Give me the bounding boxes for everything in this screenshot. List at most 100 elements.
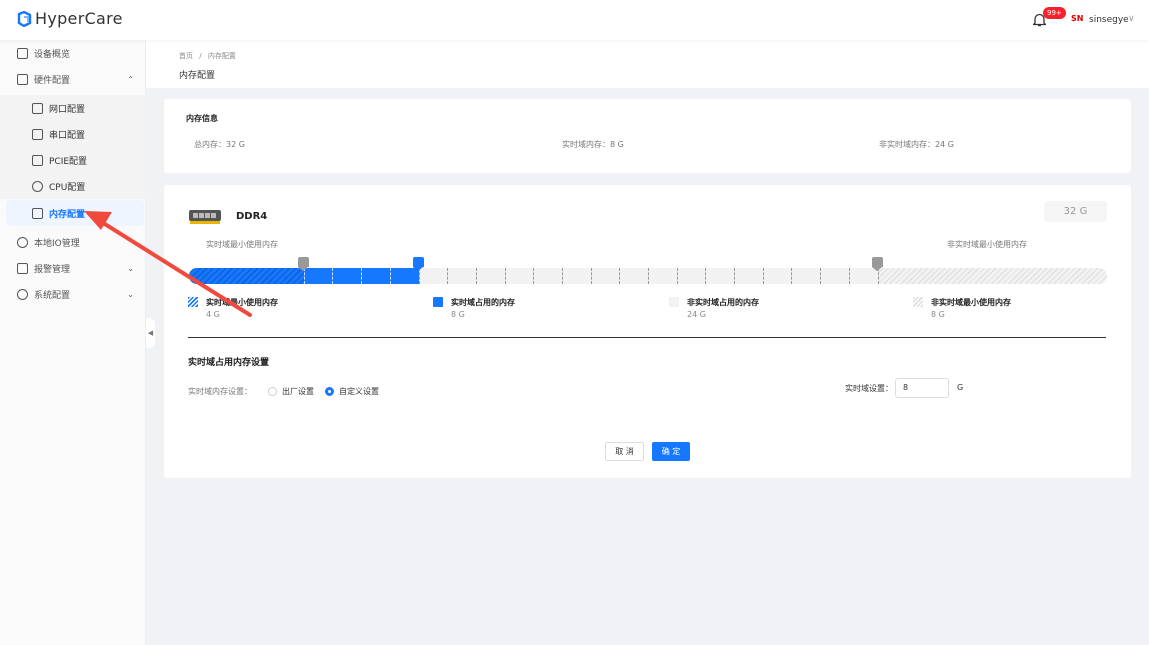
hatch-gray-swatch (913, 297, 923, 307)
breadcrumb-separator: / (199, 52, 202, 60)
app-logo[interactable]: HyperCare (16, 9, 123, 28)
gb-tick (648, 268, 649, 284)
sidebar-item-label: 硬件配置 (34, 75, 71, 86)
legend-value: 4 G (206, 310, 220, 319)
legend-value: 24 G (687, 310, 706, 319)
chevron-down-icon: ⌄ (127, 263, 134, 273)
gb-tick (389, 268, 391, 284)
gb-tick (791, 268, 793, 284)
cancel-button[interactable]: 取 消 (605, 442, 644, 461)
sidebar-item-label: 串口配置 (49, 130, 86, 141)
gb-tick (504, 268, 506, 284)
hatch-blue-swatch (188, 297, 198, 307)
gb-tick (676, 268, 678, 284)
radio-custom[interactable] (325, 387, 334, 396)
radio-factory-label[interactable]: 出厂设置 (282, 386, 314, 397)
sidebar-item-device-overview[interactable]: 设备概览 (0, 40, 146, 66)
memory-allocation-bar (189, 268, 1107, 284)
rt-min-segment (189, 268, 304, 284)
legend-label: 非实时域占用的内存 (687, 298, 759, 307)
marker-tip (413, 267, 423, 271)
rt-used-slider-handle[interactable] (413, 257, 424, 271)
app-name: HyperCare (35, 9, 123, 28)
gb-tick (619, 268, 621, 284)
sidebar-item-serial-port[interactable]: 串口配置 (0, 121, 146, 147)
sidebar-item-memory[interactable]: 内存配置 (6, 200, 144, 226)
sidebar-item-label: 本地IO管理 (34, 238, 80, 249)
confirm-button[interactable]: 确 定 (652, 442, 690, 461)
settings-title: 实时域占用内存设置 (188, 358, 270, 368)
gb-tick (447, 268, 449, 284)
radio-factory[interactable] (268, 387, 277, 396)
nrt-min-segment (877, 268, 1107, 284)
sidebar-item-label: 系统配置 (34, 290, 71, 301)
sidebar-item-system-config[interactable]: 系统配置 ⌄ (0, 281, 146, 307)
serial-port-icon (32, 128, 43, 140)
page-title: 内存配置 (179, 71, 216, 81)
gear-icon (17, 288, 28, 300)
nrt-min-marker (872, 257, 883, 271)
gb-tick (705, 268, 707, 284)
breadcrumb: 首页 / 内存配置 (179, 51, 236, 61)
marker-tip (298, 267, 309, 271)
radio-custom-label[interactable]: 自定义设置 (339, 386, 379, 397)
gray-swatch (669, 297, 679, 307)
chevron-down-icon: ⌄ (127, 289, 134, 299)
sidebar-item-label: 报警管理 (34, 264, 71, 275)
gb-tick (561, 268, 563, 284)
breadcrumb-current: 内存配置 (207, 52, 236, 60)
sidebar-item-cpu[interactable]: CPU配置 (0, 173, 146, 199)
memory-config-card: DDR4 32 G 实时域最小使用内存 非实时域最小使用内存 实时域最小使用内存… (164, 185, 1131, 478)
gb-tick (361, 268, 363, 284)
sidebar-item-label: CPU配置 (49, 182, 86, 193)
rt-setting-label: 实时域设置： (845, 384, 893, 393)
alarm-icon (17, 262, 28, 274)
rt-min-marker (298, 257, 310, 271)
memory-info-title: 内存信息 (186, 114, 218, 123)
gb-tick (475, 268, 477, 284)
realtime-memory: 实时域内存：8 G (562, 140, 624, 149)
sidebar-item-pcie[interactable]: PCIE配置 (0, 147, 146, 173)
pcie-icon (32, 154, 43, 166)
sidebar-collapse-toggle[interactable]: ◀ (146, 318, 155, 348)
gb-tick (533, 268, 535, 284)
divider (188, 337, 1106, 338)
nrt-min-label: 非实时域最小使用内存 (947, 240, 1027, 249)
username[interactable]: sinsegye (1089, 15, 1129, 25)
company-logo: SN (1071, 13, 1084, 25)
top-header: HyperCare 99+ SN sinsegye ∨ (0, 0, 1149, 40)
sidebar: 设备概览 硬件配置 ⌃ 网口配置 串口配置 PCIE配置 CPU配置 内存配置 本… (0, 40, 146, 645)
sidebar-item-label: 内存配置 (49, 209, 86, 220)
cpu-icon (32, 180, 43, 192)
rt-min-label: 实时域最小使用内存 (206, 240, 278, 249)
legend-label: 非实时域最小使用内存 (931, 298, 1011, 307)
legend-value: 8 G (451, 310, 465, 319)
breadcrumb-bar: 首页 / 内存配置 内存配置 (146, 40, 1149, 88)
memory-info-card: 内存信息 总内存：32 G 实时域内存：8 G 非实时域内存：24 G (164, 99, 1131, 173)
hypercare-logo-icon (17, 10, 32, 27)
network-port-icon (32, 102, 43, 114)
gb-tick (820, 268, 822, 284)
breadcrumb-home[interactable]: 首页 (179, 52, 193, 60)
memory-icon (32, 207, 43, 219)
legend-label: 实时域占用的内存 (451, 298, 515, 307)
total-memory: 总内存：32 G (194, 140, 245, 149)
gb-tick (762, 268, 764, 284)
gb-tick (848, 268, 850, 284)
total-memory-box: 32 G (1044, 201, 1107, 222)
rt-memory-input[interactable]: 8 (895, 378, 949, 398)
sidebar-item-label: PCIE配置 (49, 156, 88, 167)
hardware-icon (17, 73, 28, 85)
blue-swatch (433, 297, 443, 307)
gb-tick (590, 268, 592, 284)
chevron-down-icon[interactable]: ∨ (1128, 14, 1135, 24)
sidebar-item-alarm[interactable]: 报警管理 ⌄ (0, 255, 146, 281)
sidebar-item-local-io[interactable]: 本地IO管理 (0, 229, 146, 255)
chevron-up-icon: ⌃ (127, 74, 134, 84)
mode-label: 实时域内存设置： (188, 387, 252, 396)
non-realtime-memory: 非实时域内存：24 G (879, 140, 954, 149)
sidebar-item-network-port[interactable]: 网口配置 (0, 95, 146, 121)
grid-icon (17, 47, 28, 59)
sidebar-item-hardware-config[interactable]: 硬件配置 ⌃ (0, 66, 146, 92)
ram-module-icon (189, 210, 221, 224)
